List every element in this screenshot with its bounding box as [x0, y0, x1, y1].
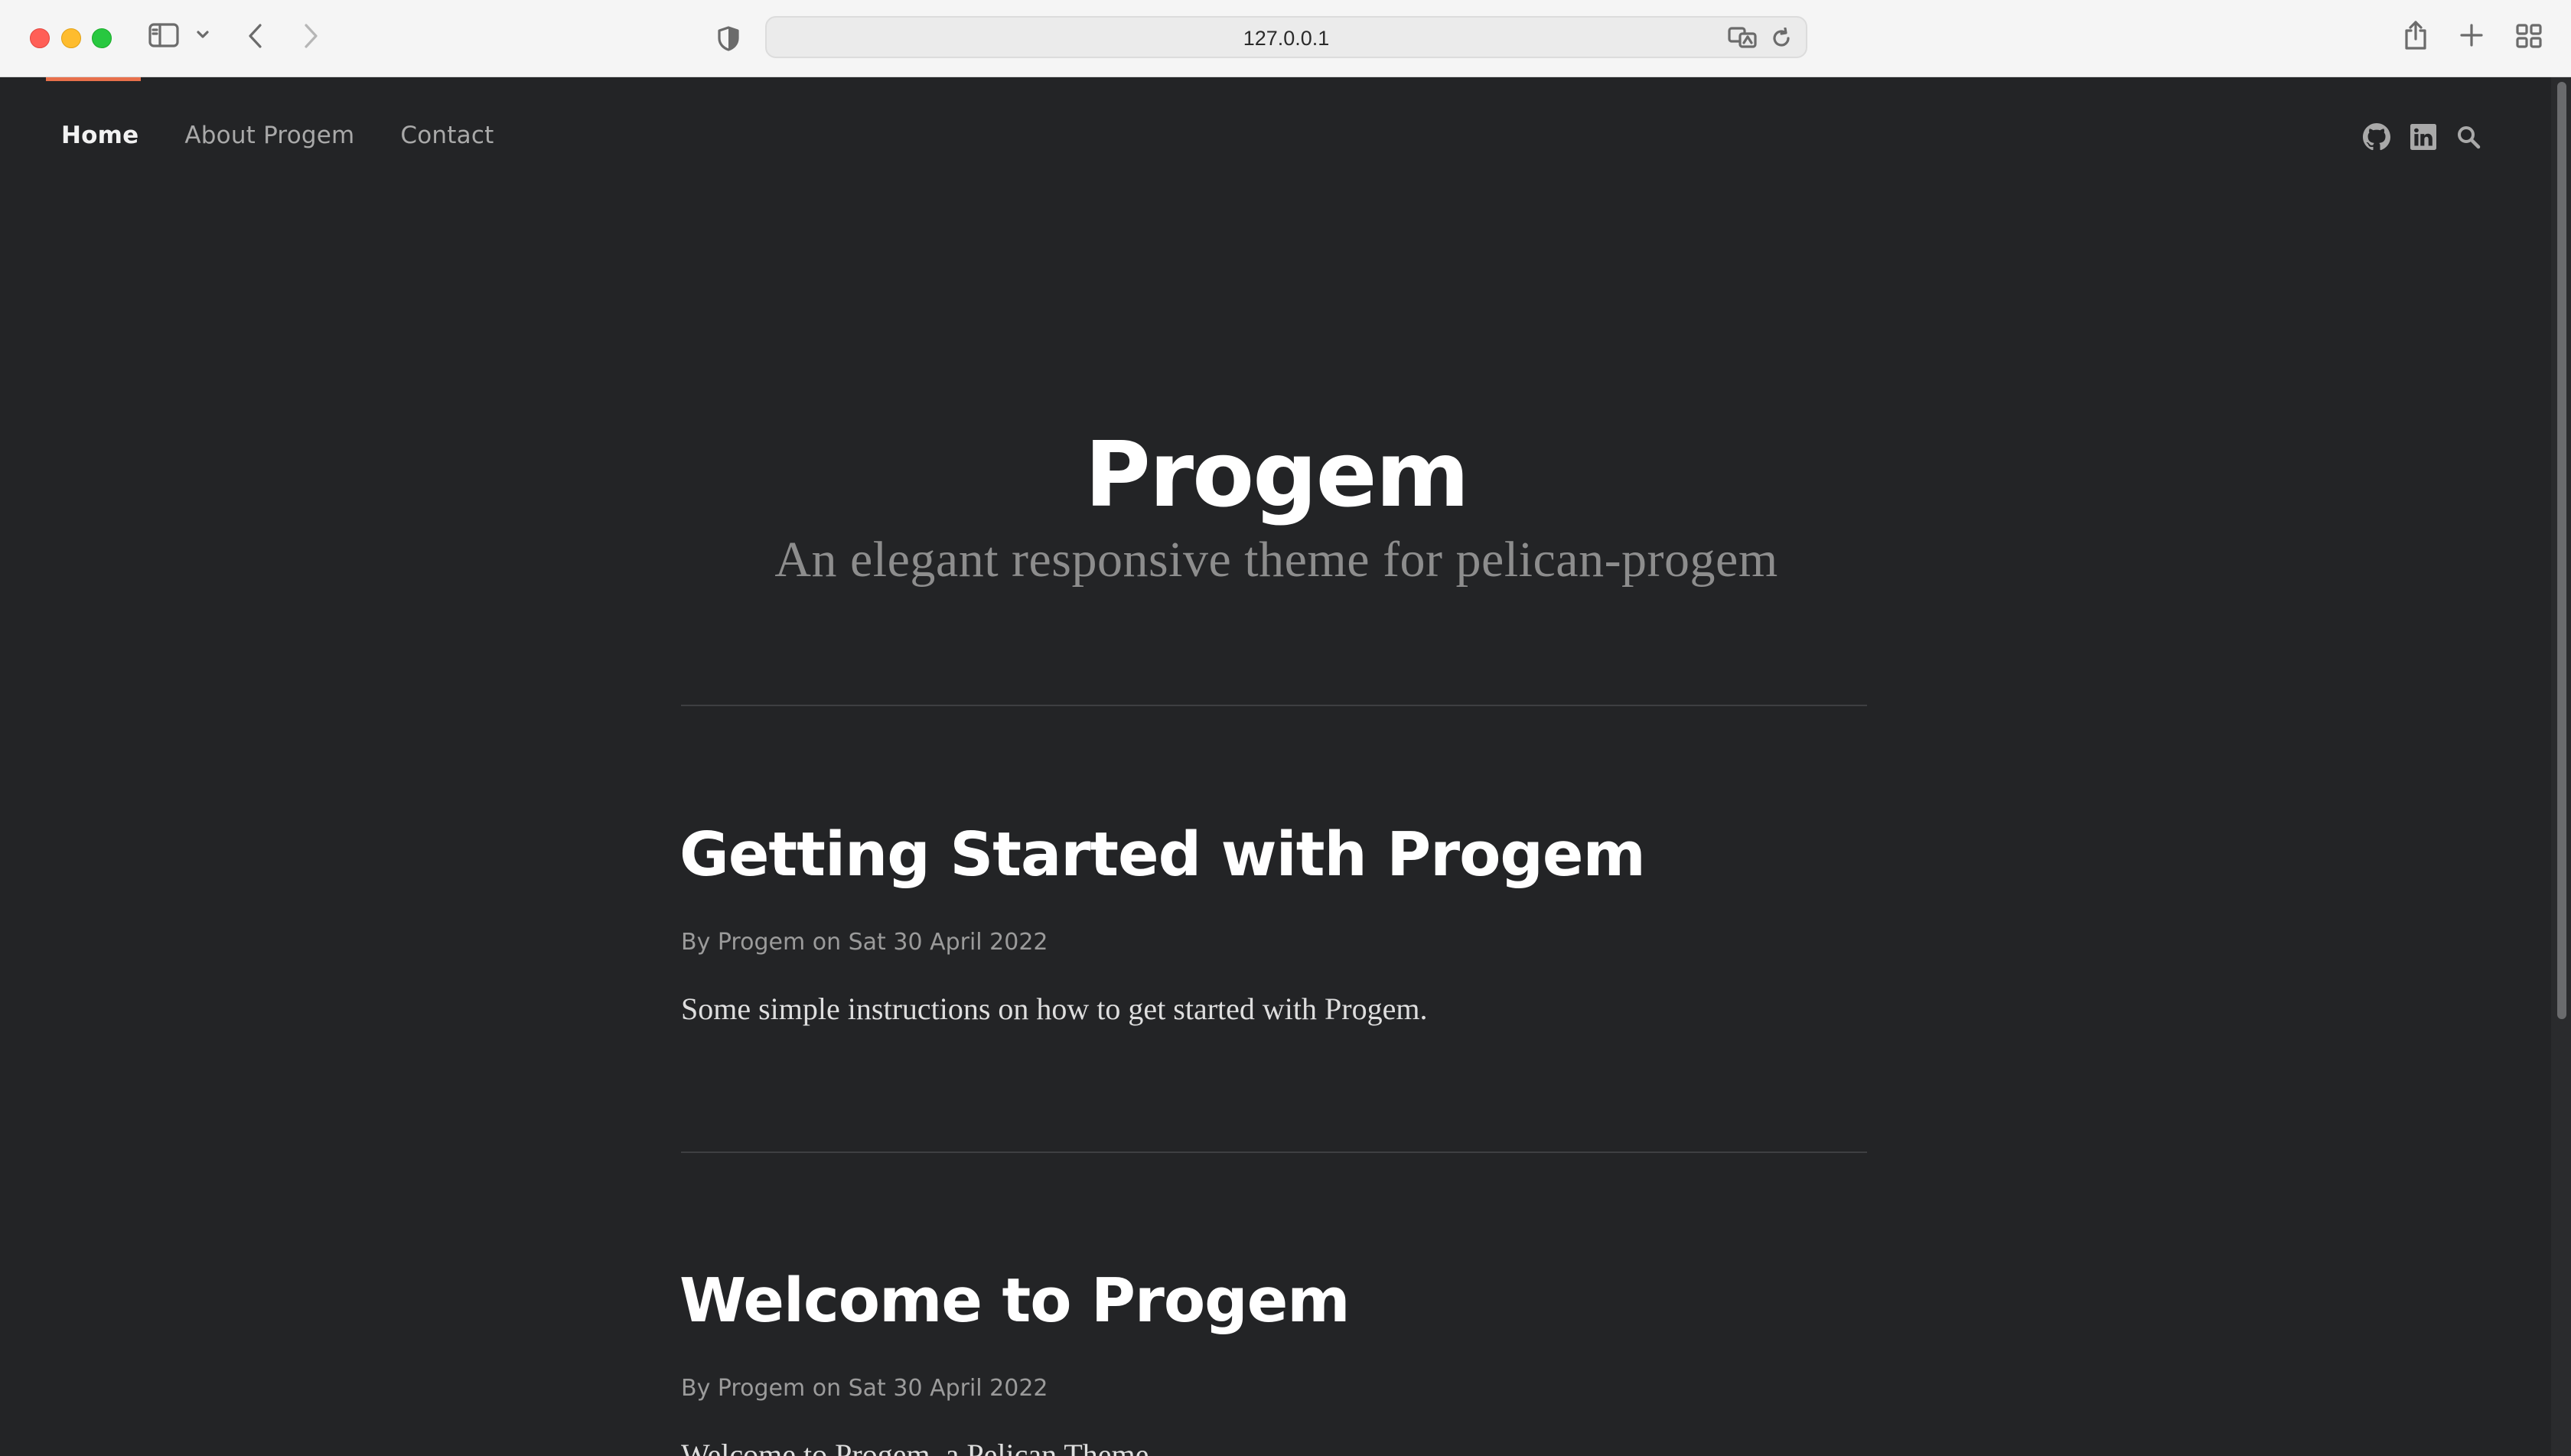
translate-icon[interactable]	[1728, 26, 1757, 49]
scrollbar-thumb[interactable]	[2557, 82, 2566, 1019]
site-tagline: An elegant responsive theme for pelican-…	[774, 532, 1778, 588]
site-title: Progem	[1084, 422, 1469, 527]
sidebar-toggle-icon[interactable]	[148, 23, 179, 47]
chevron-down-icon[interactable]	[196, 29, 210, 40]
post-title-link[interactable]: Getting Started with Progem	[679, 819, 1646, 890]
active-nav-indicator	[46, 77, 141, 81]
nav-item-about[interactable]: About Progem	[184, 122, 354, 149]
page-content: Home About Progem Contact Progem An eleg…	[0, 77, 2571, 1456]
post-summary: Welcome to Progem, a Pelican Theme	[681, 1438, 1149, 1456]
scrollbar[interactable]	[2551, 77, 2571, 1456]
new-tab-icon[interactable]	[2459, 23, 2484, 47]
tab-overview-icon[interactable]	[2516, 24, 2542, 48]
post-meta: By Progem on Sat 30 April 2022	[681, 1375, 1048, 1402]
post-summary: Some simple instructions on how to get s…	[681, 992, 1428, 1026]
main-navigation: Home About Progem Contact	[61, 122, 494, 149]
nav-item-contact[interactable]: Contact	[400, 122, 494, 149]
github-icon[interactable]	[2363, 123, 2390, 151]
address-bar[interactable]: 127.0.0.1	[765, 16, 1807, 58]
close-window-button[interactable]	[30, 28, 50, 48]
minimize-window-button[interactable]	[61, 28, 81, 48]
search-icon[interactable]	[2456, 125, 2481, 149]
nav-item-home[interactable]: Home	[61, 122, 138, 149]
reload-icon[interactable]	[1771, 28, 1792, 49]
share-icon[interactable]	[2403, 20, 2429, 50]
browser-toolbar: 127.0.0.1	[0, 0, 2571, 77]
url-text: 127.0.0.1	[1243, 27, 1330, 50]
social-links	[2363, 123, 2481, 151]
privacy-shield-icon[interactable]	[717, 25, 740, 51]
zoom-window-button[interactable]	[92, 28, 112, 48]
forward-button[interactable]	[301, 23, 320, 49]
post-meta: By Progem on Sat 30 April 2022	[681, 929, 1048, 956]
divider	[681, 1151, 1867, 1153]
divider	[681, 705, 1867, 706]
back-button[interactable]	[246, 23, 265, 49]
linkedin-icon[interactable]	[2410, 124, 2436, 150]
post-title-link[interactable]: Welcome to Progem	[679, 1265, 1351, 1336]
